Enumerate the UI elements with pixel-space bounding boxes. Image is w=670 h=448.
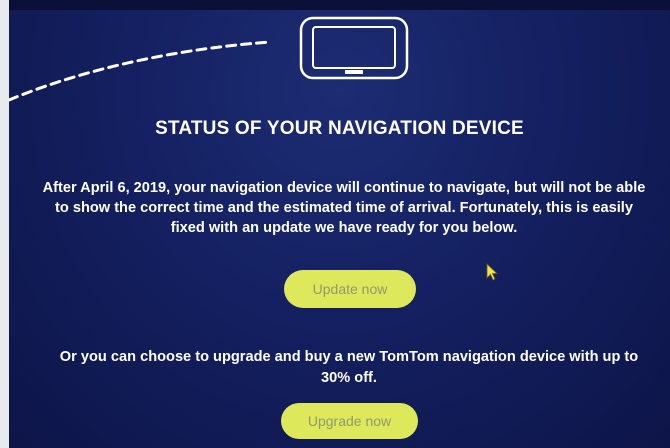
upgrade-message: Or you can choose to upgrade and buy a n… bbox=[59, 349, 639, 386]
upgrade-now-button[interactable]: Upgrade now bbox=[281, 403, 418, 439]
update-screen: STATUS OF YOUR NAVIGATION DEVICE After A… bbox=[9, 0, 670, 448]
status-message: After April 6, 2019, your navigation dev… bbox=[42, 180, 646, 236]
mouse-cursor-icon bbox=[486, 263, 499, 281]
dashed-route-icon bbox=[9, 40, 273, 102]
page-title: STATUS OF YOUR NAVIGATION DEVICE bbox=[155, 118, 524, 139]
update-now-button[interactable]: Update now bbox=[284, 270, 416, 308]
navigation-device-icon bbox=[299, 16, 409, 80]
